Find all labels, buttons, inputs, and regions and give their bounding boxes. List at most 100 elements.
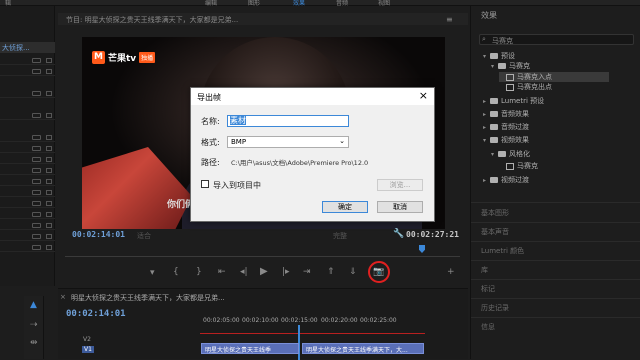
menu-item[interactable]: 音频 bbox=[336, 0, 348, 7]
project-row[interactable] bbox=[0, 232, 55, 241]
import-checkbox[interactable] bbox=[201, 180, 209, 188]
folder-icon bbox=[490, 124, 498, 130]
effects-panel-title: 效果 bbox=[481, 11, 497, 20]
project-row[interactable] bbox=[0, 210, 55, 219]
timeline-title[interactable]: 明星大侦探之贵天王线季满天下，大家都是兄弟... bbox=[71, 293, 225, 303]
import-label: 导入到项目中 bbox=[213, 181, 261, 190]
project-panel: 大侦探... bbox=[0, 6, 55, 286]
timeline-timecode[interactable]: 00:02:14:01 bbox=[66, 309, 126, 319]
tree-item[interactable]: ▸ 音频过渡 bbox=[483, 122, 529, 132]
tree-item[interactable]: ▸ 视频过渡 bbox=[483, 175, 529, 185]
menu-item[interactable]: 图形 bbox=[248, 0, 260, 7]
close-icon[interactable]: × bbox=[419, 89, 428, 102]
step-back-icon[interactable]: ◂| bbox=[240, 267, 248, 277]
monitor-scrub-bar[interactable] bbox=[65, 245, 460, 257]
project-row[interactable] bbox=[0, 89, 55, 98]
extract-icon[interactable]: ⇓ bbox=[349, 267, 357, 277]
preset-icon bbox=[506, 73, 514, 81]
ruler-label: 00:02:10:00 bbox=[242, 317, 279, 324]
tree-item[interactable]: ▾ 预设 bbox=[483, 51, 515, 61]
panel-tab[interactable]: 标记 bbox=[481, 284, 495, 294]
tree-item[interactable]: 马赛克 bbox=[499, 161, 538, 171]
tree-item-selected[interactable]: 马赛克入点 bbox=[499, 72, 609, 82]
project-row[interactable] bbox=[0, 188, 55, 197]
name-input[interactable]: 素材 bbox=[227, 115, 349, 127]
browse-button[interactable]: 浏览... bbox=[377, 179, 423, 191]
dialog-title: 导出帧 bbox=[197, 93, 221, 102]
track-label-v1[interactable]: V1 bbox=[82, 346, 94, 353]
go-to-out-icon[interactable]: ⇥ bbox=[303, 267, 311, 277]
format-select[interactable]: BMP ⌄ bbox=[227, 136, 349, 148]
ruler-label: 00:02:25:00 bbox=[360, 317, 397, 324]
effect-icon bbox=[506, 162, 514, 170]
wrench-icon[interactable]: 🔧 bbox=[393, 229, 404, 239]
export-frame-dialog: 导出帧 × 名称: 素材 格式: BMP ⌄ 路径: C:\用户\asus\文档\… bbox=[190, 87, 435, 222]
path-label: 路径: bbox=[201, 158, 220, 167]
panel-tab[interactable]: 库 bbox=[481, 265, 488, 275]
panel-tab[interactable]: 信息 bbox=[481, 322, 495, 332]
play-icon[interactable]: ▶ bbox=[260, 266, 268, 277]
ripple-edit-icon[interactable]: ⇹ bbox=[30, 338, 38, 348]
panel-tab[interactable]: 基本声音 bbox=[481, 227, 509, 237]
project-row[interactable] bbox=[0, 199, 55, 208]
cancel-button[interactable]: 取消 bbox=[377, 201, 423, 213]
path-value: C:\用户\asus\文档\Adobe\Premiere Pro\12.0 bbox=[231, 159, 369, 167]
program-monitor-title: 节目: 明星大侦探之贵天王线季满天下，大家都是兄弟... bbox=[58, 13, 468, 25]
project-item-name[interactable]: 大侦探... bbox=[0, 42, 55, 53]
timeline-clip[interactable]: 明星大侦探之贵天王线季满天下，大... bbox=[302, 343, 424, 354]
project-row[interactable] bbox=[0, 177, 55, 186]
current-timecode[interactable]: 00:02:14:01 bbox=[72, 230, 125, 239]
tree-item[interactable]: 马赛克出点 bbox=[499, 82, 552, 92]
tree-item[interactable]: ▸ 音频效果 bbox=[483, 109, 529, 119]
menu-item[interactable]: 编辑 bbox=[205, 0, 217, 7]
project-row[interactable] bbox=[0, 133, 55, 142]
track-label-v2[interactable]: V2 bbox=[83, 336, 91, 343]
effects-panel: 效果 马赛克 ⌕ ▾ 预设 ▾ 马赛克 马赛克入点 马赛克出点 ▸ Lumetri 预… bbox=[470, 6, 640, 359]
timeline-clip[interactable]: 明星大侦探之贵天王线季 bbox=[201, 343, 299, 354]
project-row[interactable] bbox=[0, 243, 55, 252]
folder-icon bbox=[498, 151, 506, 157]
step-forward-icon[interactable]: |▸ bbox=[282, 267, 290, 277]
red-scarf bbox=[82, 147, 192, 229]
project-row[interactable] bbox=[0, 56, 55, 65]
panel-tab[interactable]: 基本图形 bbox=[481, 208, 509, 218]
menu-item-active[interactable]: 效果 bbox=[293, 0, 305, 7]
tools-panel: ▲ ⇢ ⇹ bbox=[24, 296, 44, 359]
go-to-in-icon[interactable]: ⇤ bbox=[218, 267, 226, 277]
panel-menu-icon[interactable]: ≡ bbox=[446, 15, 453, 24]
folder-icon bbox=[498, 63, 506, 69]
folder-icon bbox=[490, 137, 498, 143]
render-bar bbox=[200, 333, 425, 334]
panel-tab[interactable]: Lumetri 颜色 bbox=[481, 246, 524, 256]
ok-button[interactable]: 确定 bbox=[322, 201, 368, 213]
project-row[interactable] bbox=[0, 155, 55, 164]
project-row[interactable] bbox=[0, 111, 55, 120]
tree-item[interactable]: ▾ 视频效果 bbox=[483, 135, 529, 145]
project-row[interactable] bbox=[0, 221, 55, 230]
add-button-icon[interactable]: + bbox=[447, 267, 455, 277]
project-row[interactable] bbox=[0, 67, 55, 76]
mango-icon: M bbox=[92, 50, 105, 64]
tree-item[interactable]: ▾ 马赛克 bbox=[491, 61, 530, 71]
project-row[interactable] bbox=[0, 166, 55, 175]
lift-icon[interactable]: ⇑ bbox=[327, 267, 335, 277]
menu-item[interactable]: 视图 bbox=[378, 0, 390, 7]
folder-icon bbox=[490, 177, 498, 183]
mark-in-icon[interactable]: { bbox=[173, 267, 179, 277]
selection-tool-icon[interactable]: ▲ bbox=[30, 300, 37, 310]
close-icon[interactable]: × bbox=[60, 293, 66, 301]
effects-search-input[interactable]: 马赛克 bbox=[479, 34, 634, 45]
tree-item[interactable]: ▸ Lumetri 预设 bbox=[483, 96, 544, 106]
track-select-icon[interactable]: ⇢ bbox=[30, 320, 38, 330]
preset-icon bbox=[506, 83, 514, 91]
marker-icon[interactable]: ▾ bbox=[150, 268, 155, 278]
fit-select[interactable]: 适合 bbox=[137, 231, 151, 241]
panel-tab[interactable]: 历史记录 bbox=[481, 303, 509, 313]
broadcaster-logo: M 芒果tv 独播 bbox=[92, 50, 156, 64]
tree-item[interactable]: ▾ 风格化 bbox=[491, 149, 530, 159]
total-duration: 00:02:27:21 bbox=[406, 230, 459, 239]
chevron-down-icon: ⌄ bbox=[339, 137, 345, 145]
mark-out-icon[interactable]: } bbox=[196, 267, 202, 277]
project-row[interactable] bbox=[0, 144, 55, 153]
quality-select[interactable]: 完整 bbox=[333, 231, 347, 241]
